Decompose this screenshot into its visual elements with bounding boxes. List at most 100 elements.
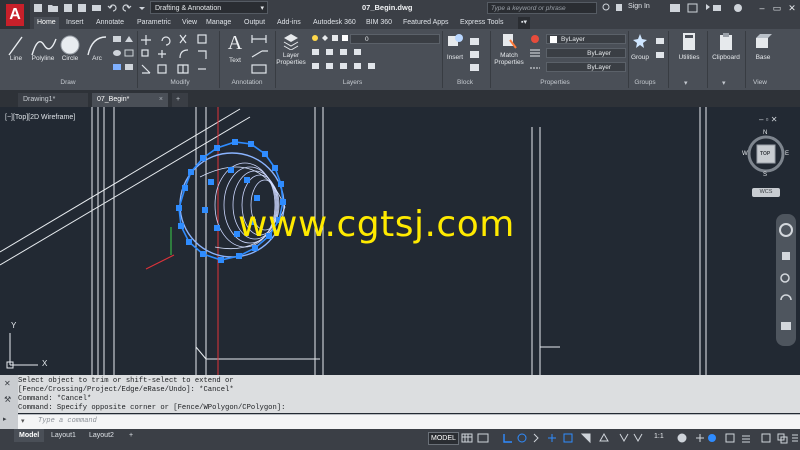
rectangle-icon[interactable] bbox=[113, 36, 121, 42]
sign-in-link[interactable]: Sign In bbox=[628, 3, 650, 10]
tab-insert[interactable]: Insert bbox=[63, 17, 87, 29]
open-folder-icon[interactable] bbox=[48, 5, 58, 12]
exchange-apps-icon[interactable] bbox=[670, 4, 680, 12]
table-icon[interactable] bbox=[251, 64, 267, 74]
freeze-icon[interactable] bbox=[322, 35, 328, 41]
layer-tool-icon[interactable] bbox=[368, 63, 375, 69]
workspace-gear-icon[interactable] bbox=[677, 433, 687, 443]
a360-icon[interactable] bbox=[687, 3, 698, 13]
stretch-icon[interactable] bbox=[141, 64, 151, 74]
polyline-button[interactable]: Polyline bbox=[28, 55, 58, 62]
layout-tab-layout2[interactable]: Layout2 bbox=[84, 429, 119, 442]
annotation-panel-title[interactable]: Annotation bbox=[222, 79, 272, 89]
tab-output[interactable]: Output bbox=[241, 17, 268, 29]
tab-manage[interactable]: Manage bbox=[203, 17, 234, 29]
chevron-down-icon[interactable]: ▾ bbox=[722, 79, 726, 87]
viewport-controls[interactable]: [−][Top][2D Wireframe] bbox=[5, 114, 75, 121]
object-snap-tracking-icon[interactable] bbox=[548, 434, 556, 442]
showmotion-icon[interactable] bbox=[781, 322, 791, 330]
groups-panel-title[interactable]: Groups bbox=[630, 79, 660, 89]
copy-icon[interactable] bbox=[141, 49, 149, 57]
diagonal-line[interactable] bbox=[0, 116, 251, 266]
edit-block-icon[interactable] bbox=[470, 51, 479, 58]
layer-tool-icon[interactable] bbox=[340, 49, 347, 55]
insert-block-button[interactable]: Insert bbox=[444, 32, 466, 61]
annotation-scale[interactable]: 1:1 bbox=[654, 433, 664, 440]
file-tab-drawing1[interactable]: Drawing1* bbox=[18, 93, 88, 107]
move-icon[interactable] bbox=[141, 35, 151, 45]
layer-tool-icon[interactable] bbox=[312, 49, 319, 55]
annotation-visibility-icon[interactable] bbox=[619, 433, 629, 443]
layer-properties-button[interactable]: Layer Properties bbox=[276, 32, 306, 66]
print-icon[interactable] bbox=[92, 5, 101, 11]
ortho-icon[interactable] bbox=[503, 434, 512, 443]
utilities-button[interactable]: Utilities bbox=[672, 32, 706, 61]
new-layout-button[interactable]: + bbox=[124, 429, 138, 442]
polygon-icon[interactable] bbox=[125, 36, 133, 42]
search-icon[interactable] bbox=[602, 3, 610, 11]
new-file-icon[interactable] bbox=[34, 4, 42, 12]
zoom-icon[interactable] bbox=[780, 273, 790, 283]
wcs-menu[interactable]: WCS bbox=[752, 188, 780, 197]
redo-icon[interactable] bbox=[122, 4, 132, 12]
trim-icon[interactable] bbox=[179, 34, 187, 44]
isodraft-icon[interactable] bbox=[533, 433, 539, 443]
units-icon[interactable] bbox=[708, 434, 716, 442]
help-icon[interactable] bbox=[734, 4, 742, 12]
line-icon[interactable] bbox=[8, 36, 23, 56]
rotate-icon[interactable] bbox=[161, 36, 171, 46]
dimension-icon[interactable] bbox=[251, 35, 267, 43]
auto-scale-icon[interactable] bbox=[633, 433, 643, 443]
lock-icon[interactable] bbox=[332, 35, 338, 41]
array-icon[interactable] bbox=[177, 64, 189, 74]
clipboard-button[interactable]: Clipboard bbox=[708, 32, 744, 61]
chevron-down-icon[interactable]: ▾ bbox=[684, 79, 688, 87]
base-view-button[interactable]: Base bbox=[748, 32, 778, 61]
lineweight-dropdown[interactable]: ByLayer bbox=[546, 48, 626, 58]
scale-icon[interactable] bbox=[157, 64, 167, 74]
tab-home[interactable]: Home bbox=[34, 17, 59, 29]
linetype-dropdown[interactable]: ByLayer bbox=[546, 62, 626, 72]
mirror-icon[interactable] bbox=[158, 50, 166, 58]
tab-view[interactable]: View bbox=[179, 17, 200, 29]
layout-tab-layout1[interactable]: Layout1 bbox=[46, 429, 81, 442]
transparency-icon[interactable] bbox=[599, 432, 609, 442]
tab-bim-360[interactable]: BIM 360 bbox=[363, 17, 395, 29]
object-snap-icon[interactable] bbox=[563, 433, 573, 443]
customization-icon[interactable] bbox=[792, 434, 798, 442]
circle-icon[interactable] bbox=[60, 35, 80, 55]
viewport-window-controls[interactable]: – ▫ ✕ bbox=[759, 115, 777, 124]
pan-icon[interactable] bbox=[782, 252, 790, 260]
lock-ui-icon[interactable] bbox=[742, 435, 750, 443]
hatch-icon[interactable] bbox=[124, 49, 134, 57]
tab-featured-apps[interactable]: Featured Apps bbox=[400, 17, 452, 29]
close-button[interactable]: ✕ bbox=[786, 2, 798, 14]
quick-properties-icon[interactable] bbox=[725, 433, 735, 443]
layout-tab-model[interactable]: Model bbox=[14, 429, 45, 442]
minimize-button[interactable]: – bbox=[756, 2, 768, 14]
tab-autodesk-360[interactable]: Autodesk 360 bbox=[310, 17, 359, 29]
arc-button[interactable]: Arc bbox=[87, 55, 107, 62]
layer-on-icon[interactable] bbox=[312, 35, 318, 41]
properties-panel-title[interactable]: Properties bbox=[530, 79, 580, 89]
polar-tracking-icon[interactable] bbox=[517, 433, 527, 443]
command-input[interactable]: ▾ Type a command bbox=[18, 414, 800, 429]
diagonal-line[interactable] bbox=[0, 108, 241, 253]
explode-icon[interactable] bbox=[198, 50, 207, 59]
arc-icon[interactable] bbox=[87, 36, 107, 56]
modify-panel-title[interactable]: Modify bbox=[160, 79, 200, 89]
color-dropdown[interactable]: ByLayer bbox=[546, 34, 626, 44]
layer-dropdown[interactable]: 0 bbox=[350, 34, 440, 44]
attribute-icon[interactable] bbox=[470, 64, 479, 71]
view-panel-title[interactable]: View bbox=[745, 79, 775, 89]
save-as-icon[interactable] bbox=[78, 4, 86, 12]
close-icon[interactable]: ✕ bbox=[4, 379, 11, 388]
undo-icon[interactable] bbox=[107, 4, 117, 12]
steering-wheel-icon[interactable] bbox=[779, 223, 793, 237]
lineweight-icon[interactable] bbox=[530, 49, 540, 57]
group-button[interactable]: Group bbox=[628, 32, 652, 61]
tab-express-tools[interactable]: Express Tools bbox=[457, 17, 506, 29]
command-prompt-icon[interactable]: ▸ bbox=[3, 415, 7, 423]
stay-connected-icon[interactable] bbox=[706, 4, 721, 11]
layer-tool-icon[interactable] bbox=[340, 63, 347, 69]
